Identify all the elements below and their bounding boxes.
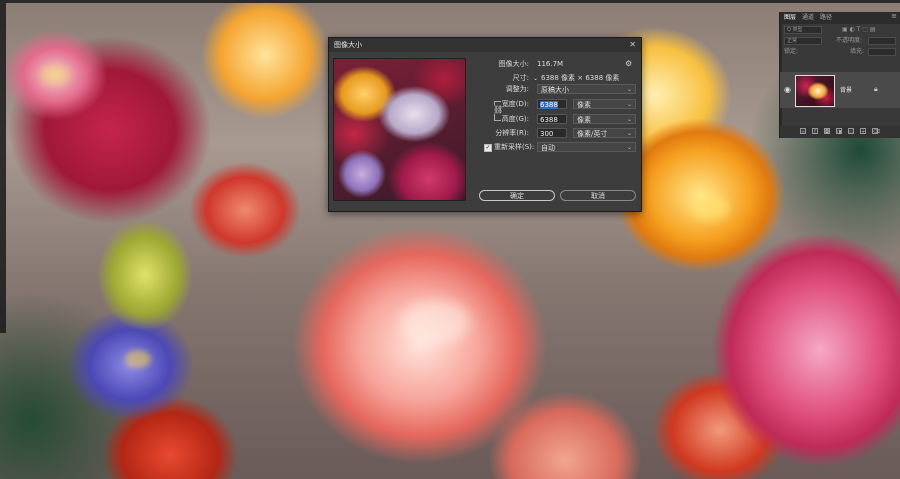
top-menu-strip (0, 0, 900, 3)
panel-tabs: 图层 通道 路径 ≡ (780, 12, 900, 24)
filter-type-icons[interactable]: ▣ ◐ T ⬚ ▤ (842, 25, 876, 34)
tab-paths[interactable]: 路径 (820, 12, 832, 24)
width-field[interactable]: 6388 (537, 99, 567, 109)
layers-footer: ∞ f ◘ ◑ ▭ + ⌫ (780, 126, 900, 138)
new-layer-icon[interactable]: + (860, 128, 866, 135)
resample-label: 重新采样(S): (494, 143, 535, 151)
image-size-value: 116.7M (537, 60, 564, 68)
dimensions-value: 6388 像素 × 6388 像素 (541, 74, 620, 82)
folder-icon[interactable]: ▭ (848, 128, 854, 135)
fill-label: 填充: (850, 48, 865, 55)
dialog-title: 图像大小 (334, 41, 362, 49)
layer-name[interactable]: 背景 (840, 85, 852, 94)
resample-select[interactable]: 自动 ⌄ (537, 142, 636, 152)
dialog-titlebar: 图像大小 ✕ (329, 38, 641, 52)
eye-icon[interactable]: ◉ (784, 85, 791, 94)
height-value: 6388 (540, 116, 558, 124)
lock-icon[interactable]: 🔒︎ (874, 85, 878, 94)
dimensions-label: 尺寸: (512, 74, 529, 82)
resolution-value: 300 (540, 130, 554, 138)
width-value: 6388 (540, 101, 558, 109)
width-unit: 像素 (577, 101, 591, 109)
image-size-label: 图像大小: (498, 60, 529, 68)
layers-panel: 图层 通道 路径 ≡ Q 类型 ▣ ◐ T ⬚ ▤ 正常 不透明度: 锁定: 填… (779, 12, 900, 138)
ok-button[interactable]: 确定 (479, 190, 555, 201)
layer-filter[interactable]: Q 类型 (784, 26, 822, 34)
fx-icon[interactable]: f (812, 128, 818, 135)
resolution-label: 分辨率(R): (495, 129, 529, 137)
image-size-dialog: 图像大小 ✕ 图像大小: 116.7M ⚙ 尺寸: ⌄ 6388 像素 × 63… (328, 37, 642, 212)
resample-checkbox[interactable]: ✓ (484, 144, 492, 152)
fit-to-value: 原稿大小 (541, 86, 569, 94)
layer-thumbnail[interactable] (795, 75, 835, 107)
mask-icon[interactable]: ◘ (824, 128, 830, 135)
chevron-down-icon: ⌄ (626, 101, 632, 108)
layer-row-background[interactable]: ◉ 背景 🔒︎ (780, 72, 900, 108)
fill-field[interactable] (868, 48, 896, 56)
resolution-field[interactable]: 300 (537, 128, 567, 138)
chevron-down-icon: ⌄ (626, 130, 632, 137)
gear-icon[interactable]: ⚙ (625, 59, 632, 68)
height-unit: 像素 (577, 116, 591, 124)
image-preview[interactable] (333, 58, 466, 201)
height-field[interactable]: 6388 (537, 114, 567, 124)
tools-bar (0, 3, 6, 333)
chevron-down-icon: ⌄ (626, 86, 632, 93)
adjustment-icon[interactable]: ◑ (836, 128, 842, 135)
tab-channels[interactable]: 通道 (802, 12, 814, 24)
trash-icon[interactable]: ⌫ (872, 128, 880, 135)
peony-highlight (400, 300, 470, 345)
chevron-down-icon: ⌄ (626, 116, 632, 123)
cancel-button[interactable]: 取消 (560, 190, 636, 201)
link-icon[interactable]: ∞ (800, 128, 806, 135)
lock-label: 锁定: (784, 48, 799, 55)
opacity-label: 不透明度: (836, 37, 863, 44)
red-flower-center (40, 65, 70, 85)
height-unit-select[interactable]: 像素 ⌄ (573, 114, 636, 124)
blue-flower-center (125, 350, 151, 368)
fit-to-label: 调整为: (505, 85, 529, 93)
resolution-unit-select[interactable]: 像素/英寸 ⌄ (573, 128, 636, 138)
resolution-unit: 像素/英寸 (577, 130, 608, 138)
opacity-field[interactable] (868, 37, 896, 45)
chevron-down-icon[interactable]: ⌄ (533, 73, 538, 84)
resample-value: 自动 (541, 144, 555, 152)
chevron-down-icon: ⌄ (626, 144, 632, 151)
close-icon[interactable]: ✕ (629, 38, 636, 52)
width-label: 宽度(D): (501, 100, 529, 108)
blend-mode-select[interactable]: 正常 (784, 37, 822, 45)
width-unit-select[interactable]: 像素 ⌄ (573, 99, 636, 109)
orange-flower-highlight (690, 195, 730, 221)
panel-menu-icon[interactable]: ≡ (891, 12, 897, 20)
fit-to-select[interactable]: 原稿大小 ⌄ (537, 84, 636, 94)
blend-mode-value: 正常 (787, 38, 798, 44)
tab-layers[interactable]: 图层 (784, 12, 796, 24)
layer-filter-text: Q 类型 (787, 27, 803, 33)
height-label: 高度(G): (501, 115, 529, 123)
